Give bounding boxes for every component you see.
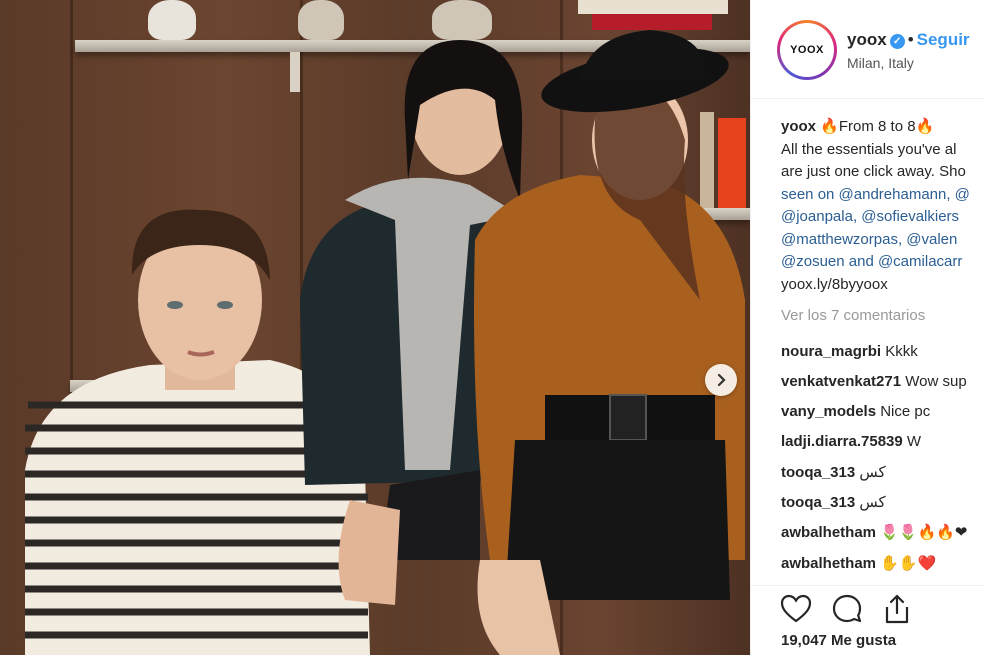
comment-row: tooqa_313 كس — [781, 488, 984, 518]
share-icon[interactable] — [880, 592, 914, 626]
comment-username[interactable]: noura_magrbi — [781, 343, 881, 360]
follow-button[interactable]: Seguir — [917, 30, 970, 49]
likes-count[interactable]: 19,047 Me gusta — [781, 632, 896, 649]
comment-text: 🌷🌷🔥🔥❤ — [880, 524, 968, 542]
comment-username[interactable]: awbalhetham — [781, 524, 876, 541]
post-actions: 19,047 Me gusta — [751, 585, 984, 656]
comment-text: كس — [859, 463, 886, 481]
caption-line: are just one click away. Sho — [781, 163, 966, 180]
comment-text: Kkkk — [885, 342, 918, 360]
comment-row: ladji.diarra.75839 W — [781, 427, 984, 457]
comment-row: awbalhetham ✋✋❤️ — [781, 549, 984, 579]
comment-text: Wow sup — [905, 372, 967, 390]
comment-username[interactable]: ladji.diarra.75839 — [781, 433, 903, 450]
caption-line[interactable]: seen on @andrehamann, @ — [781, 184, 984, 207]
comment-username[interactable]: vany_models — [781, 403, 876, 420]
caption-username[interactable]: yoox — [781, 118, 816, 135]
post-side-panel: YOOX yoox ✓ • Seguir Milan, Italy yoox 🔥Fro… — [750, 0, 984, 655]
comments-section: yoox 🔥From 8 to 8🔥 All the essentials yo… — [781, 116, 984, 579]
comment-row: noura_magrbi Kkkk — [781, 337, 984, 367]
caption-line[interactable]: @joanpala, @sofievalkiers — [781, 206, 984, 229]
avatar-logo: YOOX — [780, 23, 834, 77]
comment-row: vany_models Nice pc — [781, 397, 984, 427]
location-link[interactable]: Milan, Italy — [847, 55, 914, 71]
heart-icon[interactable] — [779, 592, 813, 626]
comment-row: tooqa_313 كس — [781, 458, 984, 488]
caption-line: yoox 🔥From 8 to 8🔥 — [781, 116, 984, 139]
separator-dot: • — [907, 30, 914, 49]
caption-line[interactable]: @matthewzorpas, @valen — [781, 229, 984, 252]
comment-row: venkatvenkat271 Wow sup — [781, 367, 984, 397]
comment-text: كس — [859, 493, 886, 511]
comment-text: ✋✋❤️ — [880, 554, 937, 572]
comment-text: W — [906, 433, 922, 451]
account-username[interactable]: yoox — [847, 30, 887, 49]
comment-text: Nice pc — [880, 403, 931, 421]
chevron-right-icon — [717, 373, 726, 387]
account-row: yoox ✓ • Seguir — [847, 30, 970, 50]
comment-username[interactable]: venkatvenkat271 — [781, 373, 901, 390]
next-photo-button[interactable] — [705, 364, 737, 396]
caption-line: All the essentials you've al — [781, 140, 957, 158]
view-all-comments-link[interactable]: Ver los 7 comentarios — [781, 305, 984, 328]
caption-line[interactable]: @zosuen and @camilacarr — [781, 251, 984, 274]
comment-username[interactable]: tooqa_313 — [781, 464, 855, 481]
verified-badge-icon: ✓ — [889, 34, 905, 49]
models-illustration — [25, 30, 745, 655]
post-photo[interactable] — [0, 0, 750, 655]
comment-bubble-icon[interactable] — [830, 592, 864, 626]
comment-row: awbalhetham 🌷🌷🔥🔥❤ — [781, 518, 984, 548]
caption-text: 🔥From 8 to 8🔥 — [820, 118, 935, 135]
comment-username[interactable]: tooqa_313 — [781, 494, 855, 511]
comment-username[interactable]: awbalhetham — [781, 555, 876, 572]
caption-line[interactable]: yoox.ly/8byyoox — [781, 274, 984, 297]
post-header: YOOX yoox ✓ • Seguir Milan, Italy — [751, 0, 984, 99]
avatar[interactable]: YOOX — [777, 20, 837, 80]
